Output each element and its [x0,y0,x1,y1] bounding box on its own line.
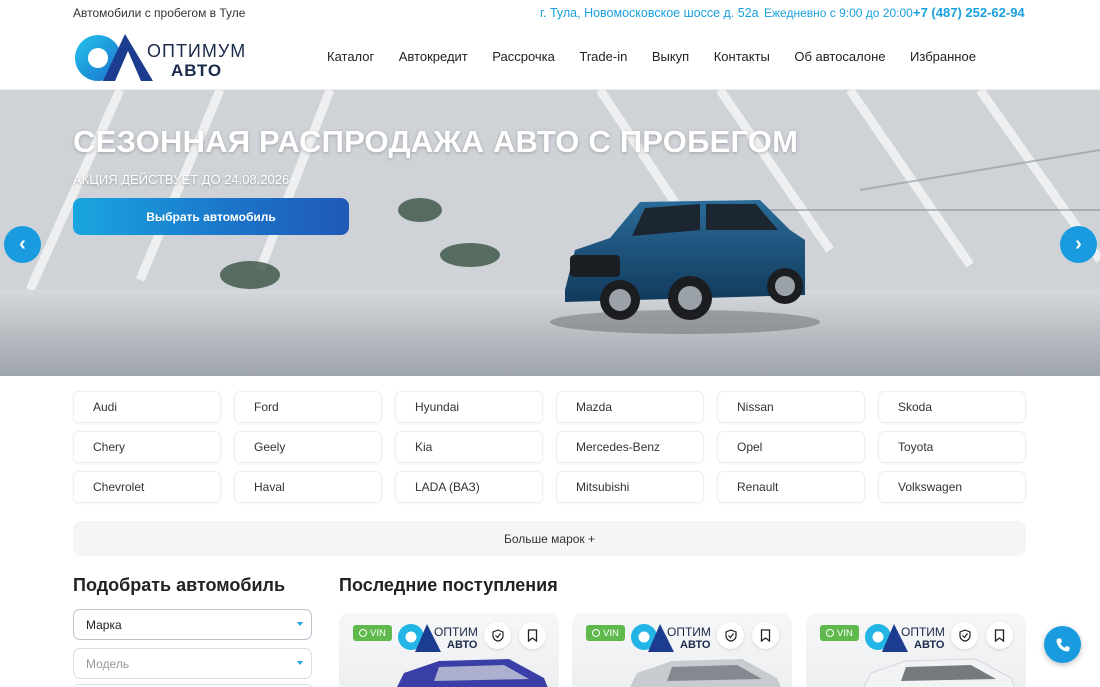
chevron-left-icon[interactable]: ‹ [4,226,41,263]
nav-installment[interactable]: Рассрочка [492,49,555,64]
brand-link[interactable]: Nissan [717,391,865,423]
brand-link[interactable]: Mercedes-Benz [556,431,704,463]
car-card[interactable]: VIN ОПТИМ АВТО [339,613,559,687]
brand-link[interactable]: LADA (ВАЗ) [395,471,543,503]
logo-text-sub: АВТО [171,61,223,80]
hero-title: СЕЗОННАЯ РАСПРОДАЖА АВТО С ПРОБЕГОМ [73,124,799,159]
logo-text-main: ОПТИМУМ [147,41,247,61]
latest-heading: Последние поступления [339,575,558,595]
nav-buyout[interactable]: Выкуп [652,49,689,64]
logo-mark-icon [75,34,153,81]
bookmark-icon[interactable] [986,622,1013,649]
check-circle-icon [826,629,834,637]
nav-contacts[interactable]: Контакты [714,49,770,64]
filter-heading: Подобрать автомобиль [73,575,286,595]
site-logo[interactable]: ОПТИМУМ АВТО [73,31,248,85]
brand-link[interactable]: Mitsubishi [556,471,704,503]
site-tagline: Автомобили с пробегом в Туле [73,6,246,20]
top-info-bar: Автомобили с пробегом в Туле г. Тула, Но… [0,0,1100,26]
brand-link[interactable]: Renault [717,471,865,503]
model-select-placeholder: Модель [86,656,130,671]
card-watermark-logo: ОПТИМ АВТО [397,621,478,658]
card-watermark-logo: ОПТИМ АВТО [864,621,945,658]
brand-link[interactable]: Hyundai [395,391,543,423]
brand-link[interactable]: Haval [234,471,382,503]
car-card[interactable]: VIN ОПТИМ АВТО [806,613,1026,687]
brand-link[interactable]: Audi [73,391,221,423]
phone-link[interactable]: +7 (487) 252-62-94 [913,5,1025,20]
brand-grid: Audi Ford Hyundai Mazda Nissan Skoda Che… [73,391,1026,503]
main-nav: Каталог Автокредит Рассрочка Trade-in Вы… [327,49,1000,64]
brand-link[interactable]: Volkswagen [878,471,1026,503]
brand-select-value: Марка [86,617,122,632]
compare-icon[interactable] [717,622,744,649]
choose-car-button[interactable]: Выбрать автомобиль [73,198,349,235]
vin-badge: VIN [353,625,392,641]
brand-select[interactable]: Марка [73,609,312,640]
site-header: ОПТИМУМ АВТО Каталог Автокредит Рассрочк… [0,26,1100,90]
brand-link[interactable]: Kia [395,431,543,463]
compare-icon[interactable] [951,622,978,649]
card-watermark-logo: ОПТИМ АВТО [630,621,711,658]
model-select[interactable]: Модель [73,648,312,679]
phone-icon[interactable] [1044,626,1081,663]
vin-badge: VIN [820,625,859,641]
brand-link[interactable]: Geely [234,431,382,463]
chevron-right-icon[interactable]: › [1060,226,1097,263]
brand-link[interactable]: Ford [234,391,382,423]
brand-link[interactable]: Chery [73,431,221,463]
brand-link[interactable]: Mazda [556,391,704,423]
caret-down-icon [297,622,303,626]
nav-about[interactable]: Об автосалоне [794,49,885,64]
nav-autocredit[interactable]: Автокредит [399,49,468,64]
compare-icon[interactable] [484,622,511,649]
brand-link[interactable]: Skoda [878,391,1026,423]
nav-favorites[interactable]: Избранное [910,49,976,64]
bookmark-icon[interactable] [519,622,546,649]
check-circle-icon [592,629,600,637]
working-hours: Ежедневно с 9:00 до 20:00 [764,6,913,20]
car-card[interactable]: VIN ОПТИМ АВТО [572,613,792,687]
nav-trade-in[interactable]: Trade-in [579,49,627,64]
brand-link[interactable]: Opel [717,431,865,463]
more-brands-button[interactable]: Больше марок + [73,521,1026,556]
bookmark-icon[interactable] [752,622,779,649]
caret-down-icon [297,661,303,665]
address-link[interactable]: г. Тула, Новомосковское шоссе д. 52а [540,6,759,20]
brand-link[interactable]: Toyota [878,431,1026,463]
hero-subtitle: АКЦИЯ ДЕЙСТВУЕТ ДО 24.08.2026 [73,172,290,187]
check-circle-icon [359,629,367,637]
vin-badge: VIN [586,625,625,641]
brand-link[interactable]: Chevrolet [73,471,221,503]
hero-banner: СЕЗОННАЯ РАСПРОДАЖА АВТО С ПРОБЕГОМ АКЦИ… [0,90,1100,376]
nav-catalog[interactable]: Каталог [327,49,374,64]
